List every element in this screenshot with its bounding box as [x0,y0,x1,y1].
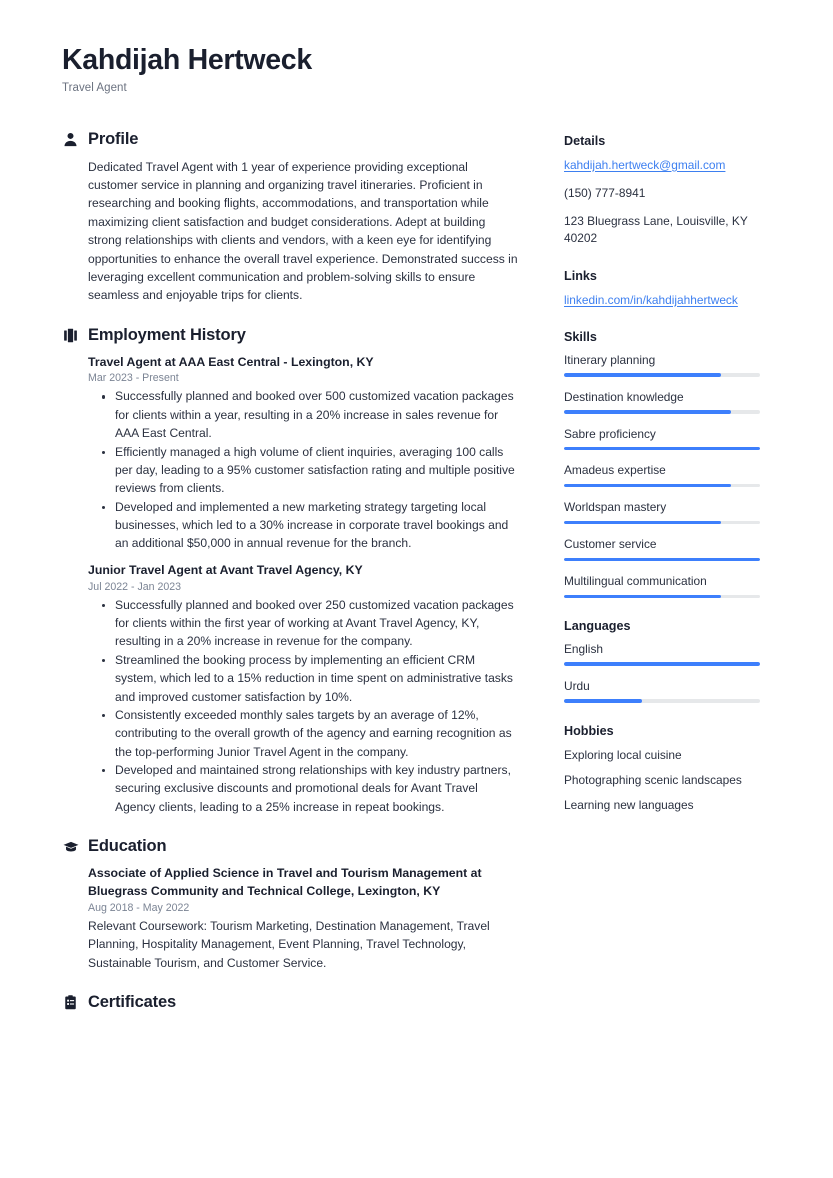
hobby-item: Learning new languages [564,798,694,813]
postal-address: 123 Bluegrass Lane, Louisville, KY 40202 [564,214,748,246]
clipboard-icon [62,994,79,1011]
candidate-job-title: Travel Agent [62,81,127,94]
skill-item: Customer service [564,537,782,562]
skill-label: Destination knowledge [564,389,684,404]
job-bullet: Successfully planned and booked over 500… [88,387,520,442]
email-link[interactable]: kahdijah.hertweck@gmail.com [564,157,782,174]
section-education-header: Education [62,837,520,856]
education-date-range: Aug 2018 - May 2022 [88,901,190,914]
skill-label: Amadeus expertise [564,463,666,478]
job-date-range: Mar 2023 - Present [88,372,179,385]
skill-item: Destination knowledge [564,390,782,414]
language-level-track [564,699,760,703]
job-bullet: Consistently exceeded monthly sales targ… [88,706,520,761]
skill-level-track [564,557,760,562]
section-profile-body: Dedicated Travel Agent with 1 year of ex… [62,158,520,305]
graduation-cap-icon [62,838,79,855]
skill-item: Amadeus expertise [564,463,782,488]
employment-entry: Travel Agent at AAA East Central - Lexin… [88,354,520,553]
language-label: English [564,641,603,656]
section-profile: Profile Dedicated Travel Agent with 1 ye… [62,130,520,305]
skills-heading: Skills [564,329,597,344]
job-bullet: Developed and maintained strong relation… [88,761,520,816]
skill-item: Itinerary planning [564,353,782,377]
resume-header: Kahdijah Hertweck Travel Agent [62,44,783,94]
skill-level-track [564,483,760,488]
language-level-fill [564,662,760,666]
skill-level-track [564,594,760,598]
skill-level-fill [564,447,760,451]
job-bullet-list: Successfully planned and booked over 500… [88,387,520,552]
section-employment-title: Employment History [88,325,246,344]
language-level-track [564,662,760,666]
skill-level-fill [564,483,731,488]
section-profile-title: Profile [88,129,139,148]
skill-item: Sabre proficiency [564,427,782,451]
job-bullet: Efficiently managed a high volume of cli… [88,443,520,498]
section-profile-header: Profile [62,130,520,149]
skill-label: Multilingual communication [564,574,707,589]
job-date-range: Jul 2022 - Jan 2023 [88,580,182,593]
job-bullet-list: Successfully planned and booked over 250… [88,596,520,817]
section-employment-history: Employment History Travel Agent at AAA E… [62,326,520,817]
candidate-name: Kahdijah Hertweck [62,44,312,76]
section-education: Education Associate of Applied Science i… [62,837,520,972]
section-certificates-header: Certificates [62,993,520,1012]
job-bullet: Streamlined the booking process by imple… [88,651,520,706]
sidebar-block-details: Details kahdijah.hertweck@gmail.com (150… [564,134,782,248]
skill-label: Worldspan mastery [564,500,667,515]
linkedin-link[interactable]: linkedin.com/in/kahdijahhertweck [564,292,782,309]
education-entry: Associate of Applied Science in Travel a… [88,865,520,972]
degree-title: Associate of Applied Science in Travel a… [88,866,482,898]
resume-page: Kahdijah Hertweck Travel Agent Profile D… [0,0,833,1178]
hobby-item: Photographing scenic landscapes [564,772,742,787]
resume-columns: Profile Dedicated Travel Agent with 1 ye… [62,130,783,1033]
sidebar-block-hobbies: Hobbies Exploring local cuisine Photogra… [564,724,782,815]
skill-item: Multilingual communication [564,574,782,598]
skill-level-track [564,447,760,451]
section-certificates: Certificates [62,993,520,1012]
hobbies-heading: Hobbies [564,723,614,738]
section-education-title: Education [88,837,167,856]
profile-summary-text: Dedicated Travel Agent with 1 year of ex… [88,159,518,303]
skill-label: Itinerary planning [564,352,656,367]
person-icon [62,131,79,148]
skill-level-fill [564,594,721,598]
skill-level-track [564,520,760,525]
employment-entry: Junior Travel Agent at Avant Travel Agen… [88,562,520,816]
details-heading: Details [564,133,606,148]
skill-level-fill [564,557,760,562]
skill-level-track [564,410,760,414]
sidebar-block-languages: Languages English Urdu [564,619,782,703]
language-level-fill [564,699,643,703]
sidebar-column: Details kahdijah.hertweck@gmail.com (150… [564,130,782,836]
skill-item: Worldspan mastery [564,500,782,525]
job-bullet: Successfully planned and booked over 250… [88,596,520,651]
skill-level-fill [564,373,721,377]
sidebar-block-links: Links linkedin.com/in/kahdijahhertweck [564,269,782,309]
section-employment-header: Employment History [62,326,520,345]
skill-label: Customer service [564,537,657,552]
sidebar-block-skills: Skills Itinerary planning Destination kn… [564,330,782,598]
job-title: Junior Travel Agent at Avant Travel Agen… [88,562,363,577]
links-heading: Links [564,268,597,283]
section-education-body: Associate of Applied Science in Travel a… [62,865,520,972]
phone-number: (150) 777-8941 [564,185,646,200]
language-label: Urdu [564,678,590,693]
skill-level-fill [564,410,731,414]
briefcase-icon [62,327,79,344]
job-title: Travel Agent at AAA East Central - Lexin… [88,354,374,369]
languages-heading: Languages [564,618,631,633]
hobby-item: Exploring local cuisine [564,747,682,762]
language-item: Urdu [564,679,782,703]
job-bullet: Developed and implemented a new marketin… [88,498,520,553]
section-certificates-title: Certificates [88,992,177,1011]
skill-label: Sabre proficiency [564,426,656,441]
education-description: Relevant Coursework: Tourism Marketing, … [88,918,490,970]
section-employment-body: Travel Agent at AAA East Central - Lexin… [62,354,520,817]
main-column: Profile Dedicated Travel Agent with 1 ye… [62,130,520,1033]
language-item: English [564,642,782,666]
skill-level-fill [564,520,721,525]
skill-level-track [564,373,760,377]
